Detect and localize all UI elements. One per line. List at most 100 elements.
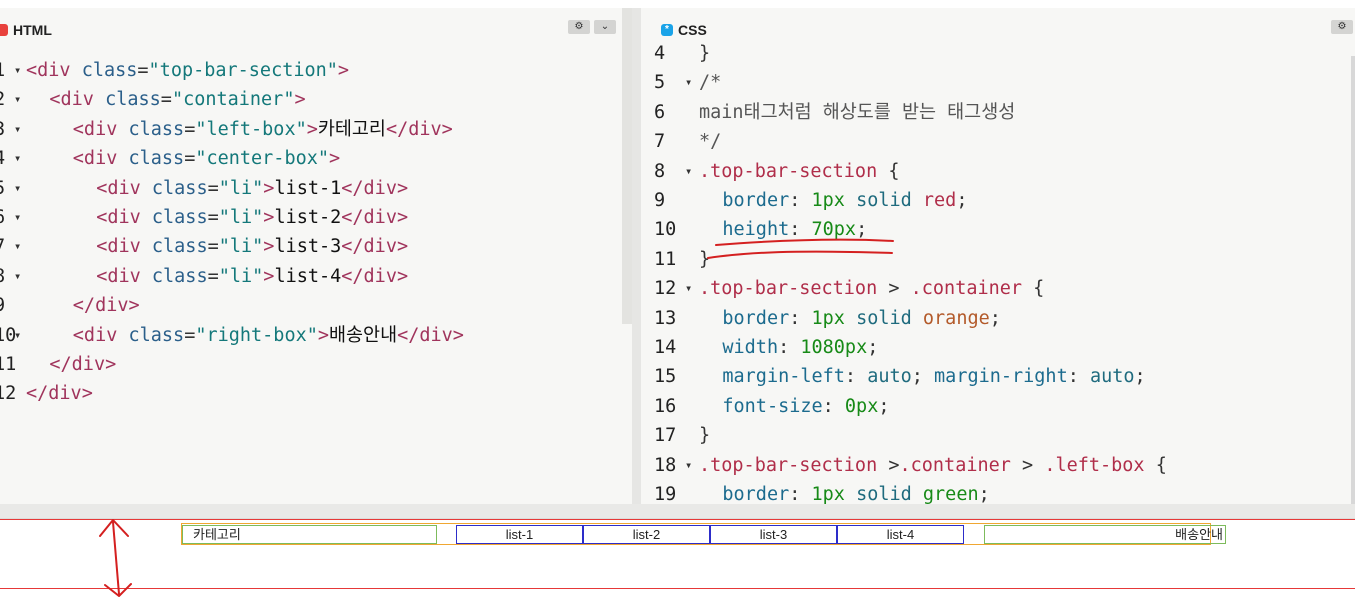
code-line[interactable]: 19 border: 1px solid green; xyxy=(641,480,1355,504)
fold-arrow-icon[interactable]: ▾ xyxy=(14,85,21,114)
fold-arrow-icon[interactable]: ▾ xyxy=(685,451,692,480)
list-item: list-4 xyxy=(837,525,964,544)
code-text: </div> xyxy=(72,295,140,317)
code-line[interactable]: 12 ▾ .top-bar-section > .container { xyxy=(641,274,1355,303)
code-text: border: 1px solid green; xyxy=(722,484,990,504)
code-line[interactable]: 1 ▾<div class="top-bar-section"> xyxy=(0,56,632,85)
line-number: 15 xyxy=(654,366,677,388)
code-text: <div class="container"> xyxy=(49,89,306,111)
fold-arrow-icon[interactable]: ▾ xyxy=(14,232,21,261)
list-item: list-1 xyxy=(456,525,583,544)
html-code-editor[interactable]: 1▾<div class="top-bar-section">2▾<div cl… xyxy=(0,54,632,504)
fold-arrow-icon[interactable]: ▾ xyxy=(685,274,692,303)
code-text: border: 1px solid orange; xyxy=(722,307,1001,329)
code-text: /* xyxy=(699,72,722,94)
line-number: 6 xyxy=(654,101,666,123)
line-number: 18 xyxy=(654,454,677,476)
code-line[interactable]: 2 ▾ <div class="container"> xyxy=(0,85,632,114)
code-line[interactable]: 17} xyxy=(641,421,1355,450)
line-number: 9 xyxy=(0,291,5,320)
code-line[interactable]: 6 ▾ <div class="li">list-2</div> xyxy=(0,203,632,232)
code-line[interactable]: 4 ▾ <div class="center-box"> xyxy=(0,144,632,173)
code-text: height: 70px; xyxy=(722,219,868,241)
line-number: 11 xyxy=(654,248,677,270)
code-text: main태그처럼 해상도를 받는 태그생성 xyxy=(699,101,1016,123)
html-panel-header: HTML ⚙ ⌄ xyxy=(0,8,632,46)
line-number: 7 xyxy=(654,131,666,153)
code-line[interactable]: 4} xyxy=(641,39,1355,68)
code-line[interactable]: 11 </div> xyxy=(0,350,632,379)
gear-icon[interactable]: ⚙ xyxy=(1331,20,1353,34)
code-text: <div class="li">list-1</div> xyxy=(96,177,409,199)
code-line[interactable]: 11} xyxy=(641,245,1355,274)
html-editor-panel: HTML ⚙ ⌄ 1▾<div class="top-bar-section">… xyxy=(0,8,632,504)
fold-arrow-icon[interactable]: ▾ xyxy=(685,157,692,186)
css-badge-icon: * xyxy=(661,24,673,36)
code-line[interactable]: 13 border: 1px solid orange; xyxy=(641,304,1355,333)
css-code-editor[interactable]: 4} 5 ▾ /* 6 main태그처럼 해상도를 받는 태그생성 7 */ 8 ▾ .top-ba… xyxy=(641,43,1355,504)
line-number: 13 xyxy=(654,307,677,329)
line-number: 4 xyxy=(0,144,5,173)
fold-arrow-icon[interactable]: ▾ xyxy=(14,115,21,144)
code-line[interactable]: 7 ▾ <div class="li">list-3</div> xyxy=(0,232,632,261)
fold-arrow-icon[interactable]: ▾ xyxy=(685,68,692,97)
code-line[interactable]: 12 </div> xyxy=(0,379,632,408)
line-number: 9 xyxy=(654,190,666,211)
code-text: border: 1px solid red; xyxy=(722,190,968,211)
code-text: font-size: 0px; xyxy=(722,395,890,417)
code-line[interactable]: 16 font-size: 0px; xyxy=(641,392,1355,421)
code-text: <div class="li">list-3</div> xyxy=(96,236,409,258)
code-text: } xyxy=(699,425,711,447)
container-box: 카테고리 list-1 list-2 list-3 list-4 배송안내 xyxy=(181,523,1226,545)
gear-icon[interactable]: ⚙ xyxy=(568,20,590,34)
line-number: 2 xyxy=(0,85,5,114)
code-line[interactable]: 10▾<div class="right-box">배송안내</div> xyxy=(0,321,632,350)
code-text: width: 1080px; xyxy=(722,337,879,358)
line-number: 5 xyxy=(654,72,666,94)
list-item: list-3 xyxy=(710,525,837,544)
html-scrollbar[interactable] xyxy=(622,8,632,324)
top-bar-section: 카테고리 list-1 list-2 list-3 list-4 배송안내 xyxy=(0,519,1355,589)
fold-arrow-icon[interactable]: ▾ xyxy=(14,262,21,291)
preview-resize-handle[interactable] xyxy=(0,504,1355,519)
fold-arrow-icon[interactable]: ▾ xyxy=(14,174,21,203)
code-text: <div class="li">list-2</div> xyxy=(96,207,409,228)
code-text: } xyxy=(699,248,711,270)
chevron-down-icon[interactable]: ⌄ xyxy=(594,20,616,34)
code-line[interactable]: 8 ▾ <div class="li">list-4</div> xyxy=(0,262,632,291)
code-line[interactable]: 9 </div> xyxy=(0,291,632,320)
code-line[interactable]: 10 height: 70px; xyxy=(641,215,1355,244)
code-line[interactable]: 14 width: 1080px; xyxy=(641,333,1355,362)
line-number: 6 xyxy=(0,203,5,232)
css-scrollbar[interactable] xyxy=(1351,56,1355,504)
code-line[interactable]: 5 ▾ <div class="li">list-1</div> xyxy=(0,174,632,203)
pane-splitter[interactable] xyxy=(632,8,641,504)
line-number: 14 xyxy=(654,337,677,358)
fold-arrow-icon[interactable]: ▾ xyxy=(14,56,21,85)
fold-arrow-icon[interactable]: ▾ xyxy=(14,203,21,232)
code-line[interactable]: 18 ▾ .top-bar-section >.container > .left-… xyxy=(641,451,1355,480)
right-box: 배송안내 xyxy=(984,525,1226,544)
code-line[interactable]: 15 margin-left: auto; margin-right: auto; xyxy=(641,362,1355,391)
code-line[interactable]: 9 border: 1px solid red; xyxy=(641,186,1355,215)
code-text: } xyxy=(699,43,711,64)
line-number: 3 xyxy=(0,115,5,144)
fold-arrow-icon[interactable]: ▾ xyxy=(14,144,21,173)
list-item: list-2 xyxy=(583,525,710,544)
code-text: margin-left: auto; margin-right: auto; xyxy=(722,366,1146,388)
fold-arrow-icon[interactable]: ▾ xyxy=(14,321,21,350)
code-text: <div class="li">list-4</div> xyxy=(96,265,409,287)
line-number: 4 xyxy=(654,43,666,64)
code-line[interactable]: 6 main태그처럼 해상도를 받는 태그생성 xyxy=(641,98,1355,127)
code-line[interactable]: 8 ▾ .top-bar-section { xyxy=(641,157,1355,186)
code-text: <div class="top-bar-section"> xyxy=(26,60,350,81)
code-line[interactable]: 5 ▾ /* xyxy=(641,68,1355,97)
line-number: 10 xyxy=(654,219,677,241)
line-number: 16 xyxy=(654,395,677,417)
code-line[interactable]: 7 */ xyxy=(641,127,1355,156)
css-panel-title: CSS xyxy=(678,22,707,38)
html-panel-tab[interactable]: HTML xyxy=(0,17,52,43)
code-line[interactable]: 3 ▾ <div class="left-box">카테고리</div> xyxy=(0,115,632,144)
left-box: 카테고리 xyxy=(182,525,437,544)
result-preview: 카테고리 list-1 list-2 list-3 list-4 배송안내 xyxy=(0,504,1355,616)
